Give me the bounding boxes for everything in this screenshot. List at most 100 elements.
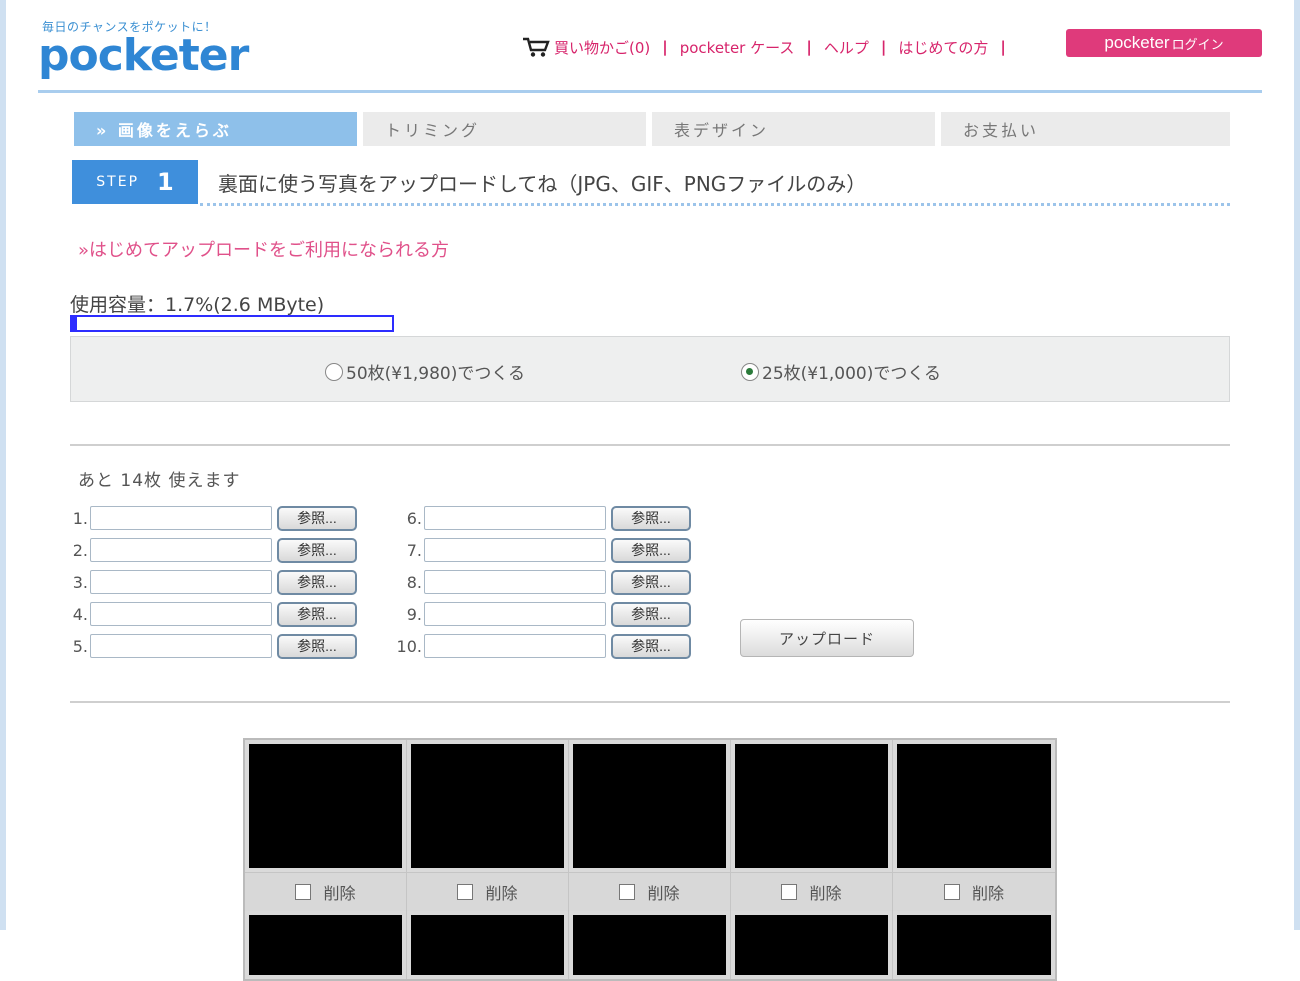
nav-case-link[interactable]: pocketer ケース xyxy=(680,37,795,58)
browse-button-10[interactable]: 参照... xyxy=(611,633,691,659)
header-divider xyxy=(38,90,1262,93)
nav-first-time-link[interactable]: はじめての方 xyxy=(898,37,988,58)
upload-row: 10. 参照... xyxy=(396,630,691,662)
plan-25-label: 25枚(¥1,000)でつくる xyxy=(762,364,942,384)
file-input-1[interactable] xyxy=(90,506,272,530)
cart-icon[interactable] xyxy=(522,36,550,58)
nav-separator: | xyxy=(662,38,668,56)
browse-button-8[interactable]: 参照... xyxy=(611,569,691,595)
delete-checkbox[interactable] xyxy=(781,884,798,900)
browse-button-4[interactable]: 参照... xyxy=(277,601,357,627)
thumbnail-cell: 削除 xyxy=(731,740,893,911)
file-input-3[interactable] xyxy=(90,570,272,594)
upload-row: 9. 参照... xyxy=(396,598,691,630)
file-input-6[interactable] xyxy=(424,506,606,530)
thumbnail-cell: 削除 xyxy=(893,740,1055,911)
delete-label: 削除 xyxy=(323,884,356,903)
thumbnail-image[interactable] xyxy=(411,915,564,975)
thumbnail-image[interactable] xyxy=(573,915,726,975)
thumbnail-delete: 削除 xyxy=(731,872,892,911)
plan-50-radio[interactable] xyxy=(325,362,343,381)
thumbnail-grid: 削除 削除 削除 削除 削除 xyxy=(243,738,1057,981)
thumbnail-cell: 削除 xyxy=(569,740,731,911)
file-input-5[interactable] xyxy=(90,634,272,658)
step-badge: STEP 1 xyxy=(72,160,198,204)
file-input-4[interactable] xyxy=(90,602,272,626)
plan-50-label: 50枚(¥1,980)でつくる xyxy=(346,364,526,384)
upload-button[interactable]: アップロード xyxy=(740,619,914,657)
upload-row-index: 1. xyxy=(72,508,88,528)
step-title: 裏面に使う写真をアップロードしてね（JPG、GIF、PNGファイルのみ） xyxy=(218,172,867,196)
tab-select-image[interactable]: » 画像をえらぶ xyxy=(74,112,357,146)
nav-help-link[interactable]: ヘルプ xyxy=(824,37,869,58)
upload-row-index: 3. xyxy=(72,572,88,592)
thumbnail-delete: 削除 xyxy=(407,872,568,911)
upload-row: 3. 参照... xyxy=(62,566,357,598)
upload-row-index: 10. xyxy=(396,636,422,656)
file-input-7[interactable] xyxy=(424,538,606,562)
upload-row: 5. 参照... xyxy=(62,630,357,662)
upload-row: 7. 参照... xyxy=(396,534,691,566)
browse-button-7[interactable]: 参照... xyxy=(611,537,691,563)
divider xyxy=(70,701,1230,703)
plan-option-50[interactable]: 50枚(¥1,980)でつくる xyxy=(325,359,525,384)
thumbnail-image[interactable] xyxy=(897,744,1051,868)
logo[interactable]: pocketer xyxy=(38,30,249,81)
upload-row: 2. 参照... xyxy=(62,534,357,566)
browse-button-5[interactable]: 参照... xyxy=(277,633,357,659)
thumbnail-image[interactable] xyxy=(249,915,402,975)
thumbnail-cell: 削除 xyxy=(245,740,407,911)
upload-row-index: 6. xyxy=(406,508,422,528)
thumbnail-delete: 削除 xyxy=(245,872,406,911)
capacity-bar-fill xyxy=(72,317,78,330)
upload-row-index: 7. xyxy=(406,540,422,560)
browse-button-3[interactable]: 参照... xyxy=(277,569,357,595)
nav-cart-link[interactable]: 買い物かご(0) xyxy=(554,37,650,58)
step-tabs: » 画像をえらぶ トリミング 表デザイン お支払い xyxy=(74,112,1230,146)
remaining-count: あと 14枚 使えます xyxy=(78,471,241,491)
thumbnail-image[interactable] xyxy=(897,915,1051,975)
file-input-2[interactable] xyxy=(90,538,272,562)
delete-checkbox[interactable] xyxy=(943,884,960,900)
step-title-underline xyxy=(200,203,1230,206)
tab-payment: お支払い xyxy=(941,112,1230,146)
plan-option-25[interactable]: 25枚(¥1,000)でつくる xyxy=(741,359,941,384)
thumbnail-row: 削除 削除 削除 削除 削除 xyxy=(245,740,1055,911)
thumbnail-delete: 削除 xyxy=(569,872,730,911)
plan-25-radio[interactable] xyxy=(741,362,759,381)
browse-button-1[interactable]: 参照... xyxy=(277,505,357,531)
upload-row-index: 8. xyxy=(406,572,422,592)
thumbnail-image[interactable] xyxy=(249,744,402,868)
thumbnail-image[interactable] xyxy=(735,915,888,975)
delete-label: 削除 xyxy=(485,884,518,903)
step-badge-number: 1 xyxy=(157,168,174,196)
upload-row: 8. 参照... xyxy=(396,566,691,598)
upload-row-index: 9. xyxy=(406,604,422,624)
login-brand: pocketer xyxy=(1104,33,1170,52)
delete-label: 削除 xyxy=(809,884,842,903)
browse-button-6[interactable]: 参照... xyxy=(611,505,691,531)
file-input-10[interactable] xyxy=(424,634,606,658)
delete-checkbox[interactable] xyxy=(295,884,312,900)
delete-label: 削除 xyxy=(971,884,1004,903)
thumbnail-cell xyxy=(731,911,893,979)
upload-row: 4. 参照... xyxy=(62,598,357,630)
login-button[interactable]: pocketer ログイン xyxy=(1066,29,1262,57)
delete-checkbox[interactable] xyxy=(619,884,636,900)
thumbnail-image[interactable] xyxy=(573,744,726,868)
file-input-9[interactable] xyxy=(424,602,606,626)
thumbnail-image[interactable] xyxy=(411,744,564,868)
upload-row-index: 2. xyxy=(72,540,88,560)
first-time-upload-link[interactable]: »はじめてアップロードをご利用になられる方 xyxy=(78,236,449,262)
browse-button-2[interactable]: 参照... xyxy=(277,537,357,563)
login-label: ログイン xyxy=(1171,36,1224,52)
nav-separator: | xyxy=(880,38,887,56)
upload-row: 1. 参照... xyxy=(62,502,357,534)
thumbnail-row xyxy=(245,911,1055,979)
delete-checkbox[interactable] xyxy=(457,884,474,900)
browse-button-9[interactable]: 参照... xyxy=(611,601,691,627)
file-input-8[interactable] xyxy=(424,570,606,594)
thumbnail-cell: 削除 xyxy=(407,740,569,911)
step-badge-word: STEP xyxy=(96,174,140,190)
thumbnail-image[interactable] xyxy=(735,744,888,868)
